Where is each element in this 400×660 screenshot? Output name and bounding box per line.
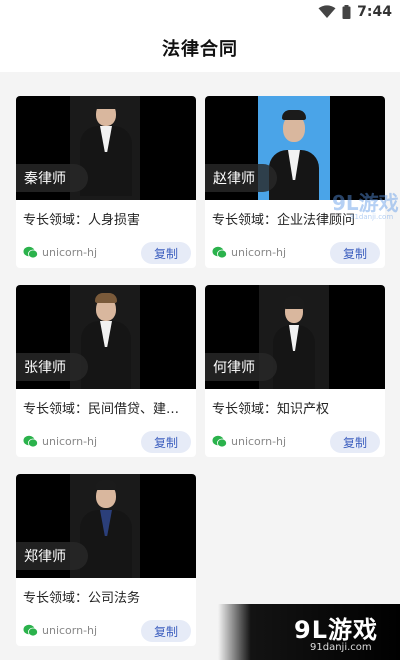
contact-row: unicorn-hj 复制	[23, 431, 193, 453]
lawyer-name: 赵律师	[213, 171, 255, 187]
person-hair	[95, 99, 117, 109]
person-hair	[282, 110, 306, 120]
name-tag: 张律师	[16, 353, 88, 381]
watermark-logo-icon: 9L游戏 91danji.com	[332, 191, 399, 221]
copy-button[interactable]: 复制	[330, 431, 380, 453]
watermark-banner: 9L游戏 91danji.com	[218, 604, 400, 660]
lawyer-card[interactable]: 赵律师 专长领域：企业法律顾问 unicorn-hj 复制	[205, 96, 385, 268]
lawyer-photo: 郑律师	[16, 474, 196, 578]
wechat-icon	[212, 246, 227, 259]
person-hair	[95, 480, 117, 490]
watermark-logo: 9L游戏	[294, 616, 378, 644]
status-icons: 7:44	[318, 3, 392, 21]
name-tag: 秦律师	[16, 164, 88, 192]
name-tag: 郑律师	[16, 542, 88, 570]
specialty-text: 专长领域：人身损害	[23, 213, 141, 228]
battery-icon	[342, 5, 351, 19]
lawyer-photo: 张律师	[16, 285, 196, 389]
contact-id: unicorn-hj	[42, 246, 98, 259]
contact-row: unicorn-hj 复制	[212, 242, 382, 264]
contact-id: unicorn-hj	[42, 624, 98, 637]
contact-id: unicorn-hj	[231, 246, 287, 259]
name-tag: 何律师	[205, 353, 277, 381]
contact-id: unicorn-hj	[231, 435, 287, 448]
contact-row: unicorn-hj 复制	[212, 431, 382, 453]
lawyer-card[interactable]: 张律师 专长领域：民间借贷、建… unicorn-hj 复制	[16, 285, 196, 457]
copy-button[interactable]: 复制	[141, 431, 191, 453]
contact-id: unicorn-hj	[42, 435, 98, 448]
contact-row: unicorn-hj 复制	[23, 242, 193, 264]
person-hair	[95, 293, 117, 303]
lawyer-photo: 赵律师	[205, 96, 385, 200]
wechat-icon	[212, 435, 227, 448]
wechat-icon	[23, 246, 38, 259]
copy-button[interactable]: 复制	[141, 242, 191, 264]
watermark-domain: 91danji.com	[310, 642, 372, 653]
contact-row: unicorn-hj 复制	[23, 620, 193, 642]
lawyer-name: 张律师	[24, 360, 66, 376]
lawyer-card[interactable]: 郑律师 专长领域：公司法务 unicorn-hj 复制	[16, 474, 196, 646]
svg-text:91danji.com: 91danji.com	[350, 213, 393, 221]
lawyer-photo: 秦律师	[16, 96, 196, 200]
lawyer-photo: 何律师	[205, 285, 385, 389]
status-bar: 7:44	[0, 0, 400, 24]
copy-button[interactable]: 复制	[330, 242, 380, 264]
copy-button[interactable]: 复制	[141, 620, 191, 642]
wechat-icon	[23, 435, 38, 448]
specialty-text: 专长领域：公司法务	[23, 591, 141, 606]
lawyer-name: 何律师	[213, 360, 255, 376]
specialty-text: 专长领域：知识产权	[212, 402, 330, 417]
lawyer-name: 秦律师	[24, 171, 66, 187]
name-tag: 赵律师	[205, 164, 277, 192]
page-title: 法律合同	[162, 39, 238, 60]
lawyer-card[interactable]: 何律师 专长领域：知识产权 unicorn-hj 复制	[205, 285, 385, 457]
wechat-icon	[23, 624, 38, 637]
wifi-icon	[318, 5, 336, 18]
header: 法律合同	[0, 24, 400, 72]
svg-text:9L游戏: 9L游戏	[332, 191, 399, 215]
specialty-text: 专长领域：民间借贷、建…	[23, 402, 180, 417]
status-time: 7:44	[357, 4, 392, 20]
lawyer-name: 郑律师	[24, 549, 66, 565]
lawyer-card[interactable]: 秦律师 专长领域：人身损害 unicorn-hj 复制	[16, 96, 196, 268]
lawyer-grid: 秦律师 专长领域：人身损害 unicorn-hj 复制 赵律师 专长领域：企业法…	[0, 72, 400, 660]
